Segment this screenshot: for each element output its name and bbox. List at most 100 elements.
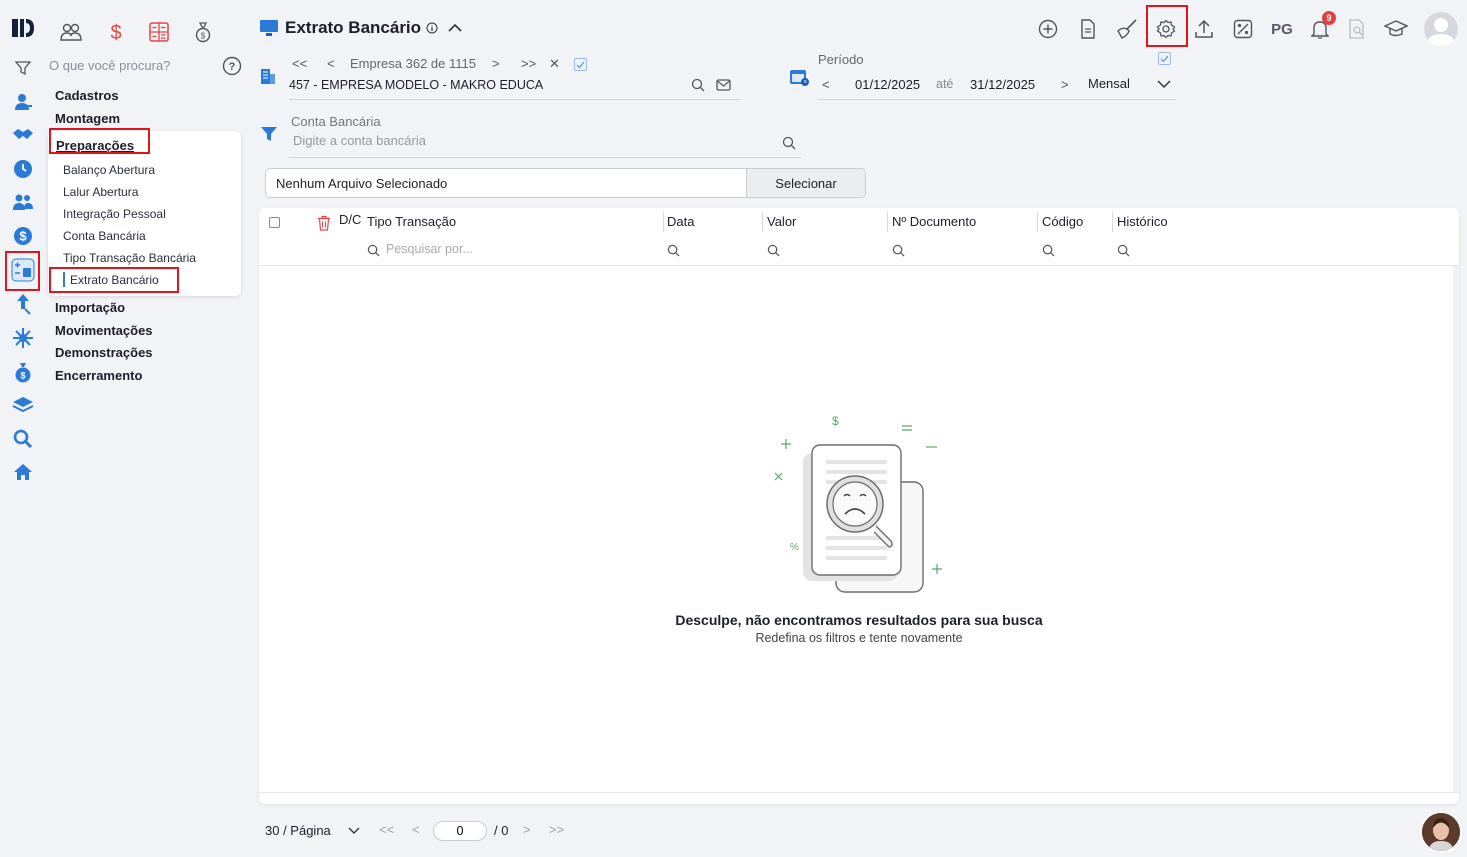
settings-gear-icon[interactable] [1153, 16, 1179, 42]
page-size-chevron-icon[interactable] [348, 827, 360, 835]
search-rail-icon[interactable] [10, 426, 36, 452]
select-file-button[interactable]: Selecionar [746, 169, 865, 197]
menu-encerramento[interactable]: Encerramento [55, 368, 142, 383]
col-separator [762, 212, 763, 232]
menu-montagem[interactable]: Montagem [55, 111, 120, 126]
filter-search-icon[interactable] [1042, 244, 1055, 257]
calculator-quick-icon[interactable] [147, 20, 171, 44]
svg-text:%: % [790, 542, 799, 553]
upload-tool-icon[interactable] [10, 291, 36, 317]
dc-column-header[interactable]: D/C [339, 212, 361, 227]
svg-text:$: $ [20, 371, 25, 381]
first-page-button[interactable]: << [379, 822, 394, 837]
add-icon[interactable] [1035, 16, 1061, 42]
filter-search-icon[interactable] [767, 244, 780, 257]
header-divider [259, 265, 1459, 266]
period-checkbox[interactable] [1158, 52, 1171, 65]
bank-account-input[interactable] [293, 133, 773, 148]
percent-icon[interactable] [1230, 16, 1256, 42]
people-icon[interactable] [10, 189, 36, 215]
prev-company-button[interactable]: < [327, 56, 335, 71]
col-valor[interactable]: Valor [767, 214, 796, 229]
close-company-icon[interactable]: ✕ [549, 56, 560, 72]
pg-button[interactable]: PG [1266, 16, 1298, 42]
page-size-select[interactable]: 30 / Página [265, 823, 331, 838]
user-avatar[interactable] [1424, 12, 1458, 46]
period-separator: até [936, 77, 954, 91]
info-icon[interactable] [426, 22, 438, 34]
layers-icon[interactable] [10, 392, 36, 418]
menu-importacao[interactable]: Importação [55, 300, 125, 315]
app-logo[interactable] [10, 16, 36, 40]
home-icon[interactable] [10, 459, 36, 485]
next-company-button[interactable]: > [492, 56, 500, 71]
bank-account-search-icon[interactable] [782, 136, 796, 150]
first-company-button[interactable]: << [292, 56, 307, 71]
col-codigo[interactable]: Código [1042, 214, 1083, 229]
file-upload: Nenhum Arquivo Selecionado Selecionar [265, 168, 866, 198]
monitor-icon [259, 19, 279, 37]
money-bag-icon[interactable]: $ [10, 359, 36, 385]
submenu-extrato-bancario[interactable]: Extrato Bancário [70, 273, 159, 287]
bank-account-label: Conta Bancária [291, 114, 381, 129]
select-all-checkbox[interactable] [269, 217, 280, 228]
period-next-button[interactable]: > [1061, 77, 1069, 92]
filter-search-icon[interactable] [367, 244, 380, 257]
current-page-input[interactable] [433, 821, 487, 841]
clock-icon[interactable] [10, 156, 36, 182]
graduation-cap-icon[interactable] [1383, 16, 1409, 42]
user-register-icon[interactable] [10, 89, 36, 115]
total-pages: / 0 [494, 823, 509, 838]
menu-movimentacoes[interactable]: Movimentações [55, 323, 153, 338]
broom-icon[interactable] [1114, 16, 1140, 42]
mail-icon[interactable] [716, 79, 731, 91]
company-search-icon[interactable] [691, 78, 705, 92]
menu-cadastros[interactable]: Cadastros [55, 88, 119, 103]
menu-demonstracoes[interactable]: Demonstrações [55, 345, 153, 360]
menu-search-input[interactable]: O que você procura? [49, 58, 170, 73]
collapse-chevron-icon[interactable] [448, 23, 462, 33]
submenu-lalur-abertura[interactable]: Lalur Abertura [63, 185, 138, 199]
bank-account-underline [289, 157, 801, 158]
last-company-button[interactable]: >> [521, 56, 536, 71]
company-name[interactable]: 457 - EMPRESA MODELO - MAKRO EDUCA [289, 78, 543, 92]
col-historico[interactable]: Histórico [1117, 214, 1168, 229]
last-page-button[interactable]: >> [549, 822, 564, 837]
vertical-scrollbar[interactable] [1453, 266, 1459, 792]
menu-preparacoes[interactable]: Preparações [56, 138, 134, 153]
handshake-icon[interactable] [10, 122, 36, 148]
delete-trash-icon[interactable] [317, 215, 331, 231]
money-bag-quick-icon[interactable]: $ [191, 20, 215, 44]
users-quick-icon[interactable] [59, 20, 83, 44]
period-end-date[interactable]: 31/12/2025 [970, 77, 1035, 92]
period-start-date[interactable]: 01/12/2025 [855, 77, 920, 92]
filter-search-icon[interactable] [892, 244, 905, 257]
next-page-button[interactable]: > [523, 822, 531, 837]
company-checkbox[interactable] [574, 58, 587, 71]
submenu-integracao-pessoal[interactable]: Integração Pessoal [63, 207, 166, 221]
submenu-tipo-transacao[interactable]: Tipo Transação Bancária [63, 251, 196, 265]
filter-search-icon[interactable] [667, 244, 680, 257]
period-mode-select[interactable]: Mensal [1088, 76, 1130, 91]
report-search-icon[interactable] [1344, 16, 1370, 42]
col-tipo-transacao[interactable]: Tipo Transação [367, 214, 456, 229]
prev-page-button[interactable]: < [412, 822, 420, 837]
col-data[interactable]: Data [667, 214, 694, 229]
period-prev-button[interactable]: < [822, 77, 830, 92]
chevron-down-icon[interactable] [1157, 80, 1171, 89]
accounting-icon[interactable] [10, 257, 36, 283]
filter-icon[interactable] [10, 55, 36, 81]
network-icon[interactable] [10, 325, 36, 351]
filter-search-icon[interactable] [1117, 244, 1130, 257]
help-icon[interactable]: ? [222, 56, 242, 76]
upload-icon[interactable] [1191, 16, 1217, 42]
active-indicator [63, 272, 65, 287]
submenu-conta-bancaria[interactable]: Conta Bancária [63, 229, 146, 243]
submenu-balanco-abertura[interactable]: Balanço Abertura [63, 163, 155, 177]
support-chat-avatar[interactable] [1420, 811, 1462, 853]
finance-quick-icon[interactable]: $ [104, 20, 128, 44]
col-numero-documento[interactable]: Nº Documento [892, 214, 976, 229]
dollar-icon[interactable]: $ [10, 223, 36, 249]
tipo-transacao-filter-input[interactable] [386, 242, 646, 256]
document-icon[interactable] [1075, 16, 1101, 42]
